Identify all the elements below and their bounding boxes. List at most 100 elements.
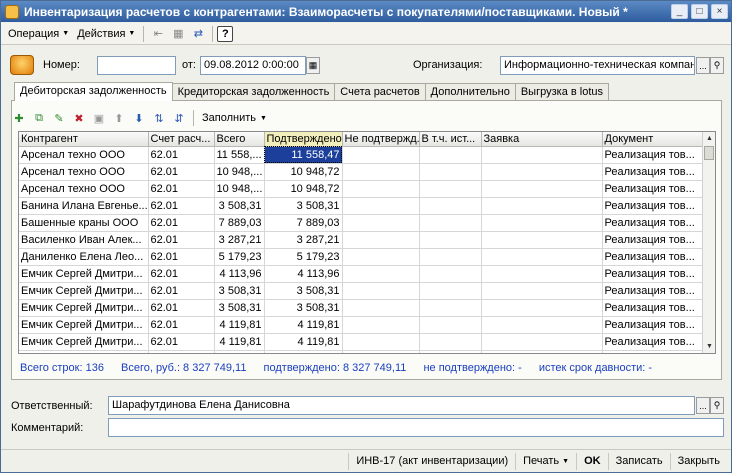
table-cell[interactable] — [342, 350, 420, 353]
table-cell[interactable]: 4 119,81 — [214, 350, 265, 353]
table-cell[interactable]: Арсенал техно ООО — [19, 180, 149, 198]
table-cell[interactable]: 3 508,31 — [264, 197, 343, 215]
table-cell[interactable] — [342, 146, 420, 164]
table-cell[interactable]: Реализация тов... — [602, 282, 704, 300]
table-row[interactable]: Емчик Сергей Дмитри... 62.01 3 508,31 3 508… — [19, 282, 704, 300]
maximize-button[interactable]: □ — [691, 4, 708, 19]
table-cell[interactable] — [419, 231, 482, 249]
move-down-icon[interactable]: ⬇ — [129, 108, 149, 128]
table-cell[interactable]: 62.01 — [148, 350, 215, 353]
table-cell[interactable] — [342, 282, 420, 300]
table-cell[interactable] — [419, 299, 482, 317]
table-row[interactable]: Емчик Сергей Дмитри...62.014 119,814 119… — [19, 333, 704, 351]
table-cell[interactable] — [342, 248, 420, 266]
scroll-up-icon[interactable]: ▲ — [703, 132, 715, 145]
table-cell[interactable]: 62.01 — [148, 180, 215, 198]
open-search-icon[interactable]: ⚲ — [710, 57, 724, 74]
table-cell[interactable]: Емчик Сергей Дмитри... — [19, 299, 149, 317]
end-edit-icon[interactable]: ▣ — [89, 108, 109, 128]
table-cell[interactable] — [481, 197, 603, 215]
tab-credit-debt[interactable]: Кредиторская задолженность — [171, 83, 336, 101]
table-cell[interactable]: 5 179,23 — [264, 248, 343, 266]
table-cell[interactable]: 10 948,... — [214, 163, 265, 181]
table-cell[interactable]: 3 508,31 — [214, 282, 265, 300]
table-cell[interactable]: 11 558,47 — [264, 146, 343, 164]
table-cell[interactable] — [342, 299, 420, 317]
comment-field[interactable] — [108, 418, 724, 437]
inventory-act-button[interactable]: ИНВ-17 (акт инвентаризации) — [348, 452, 515, 470]
table-row[interactable]: Арсенал техно ООО 62.01 10 948,... 10 948,7… — [19, 163, 704, 181]
table-cell[interactable]: 7 889,03 — [214, 214, 265, 232]
table-cell[interactable] — [342, 333, 420, 351]
table-cell[interactable]: 7 889,03 — [264, 214, 343, 232]
exchange-icon[interactable]: ⇄ — [189, 25, 207, 43]
table-cell[interactable]: 62.01 — [148, 333, 215, 351]
save-button[interactable]: Записать — [607, 452, 670, 470]
table-cell[interactable] — [419, 163, 482, 181]
post-document-icon[interactable]: ⇤ — [149, 25, 167, 43]
table-cell[interactable]: Банина Илана Евгенье... — [19, 197, 149, 215]
column-header[interactable]: Документ — [602, 132, 704, 147]
table-cell[interactable] — [342, 265, 420, 283]
table-cell[interactable]: 62.01 — [148, 163, 215, 181]
structure-icon[interactable]: ▦ — [169, 25, 187, 43]
sort-desc-icon[interactable]: ⇵ — [169, 108, 189, 128]
table-cell[interactable]: Реализация тов... — [602, 316, 704, 334]
table-cell[interactable]: 3 508,31 — [214, 299, 265, 317]
table-cell[interactable]: Реализация тов... — [602, 197, 704, 215]
table-row[interactable]: Емчик Сергей Дмитри...62.014 119,814 119… — [19, 316, 704, 334]
table-cell[interactable]: 3 287,21 — [214, 231, 265, 249]
table-cell[interactable]: 4 119,81 — [264, 316, 343, 334]
table-cell[interactable]: 62.01 — [148, 282, 215, 300]
table-cell[interactable]: 4 119,81 — [214, 316, 265, 334]
table-cell[interactable] — [419, 282, 482, 300]
table-cell[interactable] — [419, 146, 482, 164]
table-cell[interactable] — [481, 231, 603, 249]
delete-row-icon[interactable]: ✖ — [69, 108, 89, 128]
column-header[interactable]: Не подтвержд... — [342, 132, 420, 147]
actions-menu[interactable]: Действия ▼ — [73, 28, 139, 40]
column-header[interactable]: Всего — [214, 132, 265, 147]
table-cell[interactable]: 62.01 — [148, 316, 215, 334]
table-cell[interactable]: 62.01 — [148, 231, 215, 249]
table-row[interactable]: Арсенал техно ООО 62.01 11 558,... 11 558,4… — [19, 146, 704, 164]
table-row[interactable]: Банина Илана Евгенье... 62.01 3 508,31 3 50… — [19, 197, 704, 215]
table-row[interactable]: Емчик Сергей Дмитри... 62.01 4 113,96 4 113… — [19, 265, 704, 283]
add-row-icon[interactable]: ✚ — [9, 108, 29, 128]
table-cell[interactable]: Реализация тов... — [602, 231, 704, 249]
date-field[interactable]: 09.08.2012 0:00:00 — [200, 56, 306, 75]
table-cell[interactable]: Арсенал техно ООО — [19, 146, 149, 164]
table-cell[interactable]: Реализация тов... — [602, 163, 704, 181]
tab-accounts[interactable]: Счета расчетов — [334, 83, 426, 101]
table-cell[interactable] — [342, 231, 420, 249]
table-cell[interactable]: 10 948,72 — [264, 163, 343, 181]
table-cell[interactable]: Даниленко Елена Лео... — [19, 248, 149, 266]
table-cell[interactable] — [419, 248, 482, 266]
table-cell[interactable]: 4 119,81 — [214, 333, 265, 351]
table-cell[interactable]: 3 287,21 — [264, 231, 343, 249]
copy-row-icon[interactable]: ⧉ — [29, 108, 49, 128]
table-cell[interactable] — [419, 350, 482, 353]
table-cell[interactable]: Емчик Сергей Дмитри... — [19, 282, 149, 300]
vertical-scrollbar[interactable]: ▲ ▼ — [702, 132, 715, 353]
table-cell[interactable] — [342, 180, 420, 198]
table-cell[interactable] — [481, 146, 603, 164]
table-cell[interactable]: Башенные краны ООО — [19, 214, 149, 232]
table-row[interactable]: Василенко Иван Алек... 62.01 3 287,21 3 287… — [19, 231, 704, 249]
tab-debit-debt[interactable]: Дебиторская задолженность — [14, 82, 173, 101]
table-cell[interactable]: 62.01 — [148, 248, 215, 266]
table-row[interactable]: Даниленко Елена Лео... 62.01 5 179,23 5 179… — [19, 248, 704, 266]
table-cell[interactable]: Василенко Иван Алек... — [19, 231, 149, 249]
scroll-down-icon[interactable]: ▼ — [703, 340, 715, 353]
table-cell[interactable]: 10 948,... — [214, 180, 265, 198]
table-cell[interactable] — [481, 248, 603, 266]
close-window-button[interactable]: × — [711, 4, 728, 19]
table-row[interactable]: Емчик Сергей Дмитри... 62.01 3 508,31 3 508… — [19, 299, 704, 317]
table-cell[interactable] — [481, 163, 603, 181]
table-cell[interactable]: 3 508,31 — [264, 282, 343, 300]
table-cell[interactable] — [419, 265, 482, 283]
table-cell[interactable]: Реализация тов... — [602, 265, 704, 283]
scroll-thumb[interactable] — [704, 146, 714, 160]
table-cell[interactable]: Емчик Сергей Дмитри... — [19, 333, 149, 351]
table-cell[interactable]: 62.01 — [148, 299, 215, 317]
